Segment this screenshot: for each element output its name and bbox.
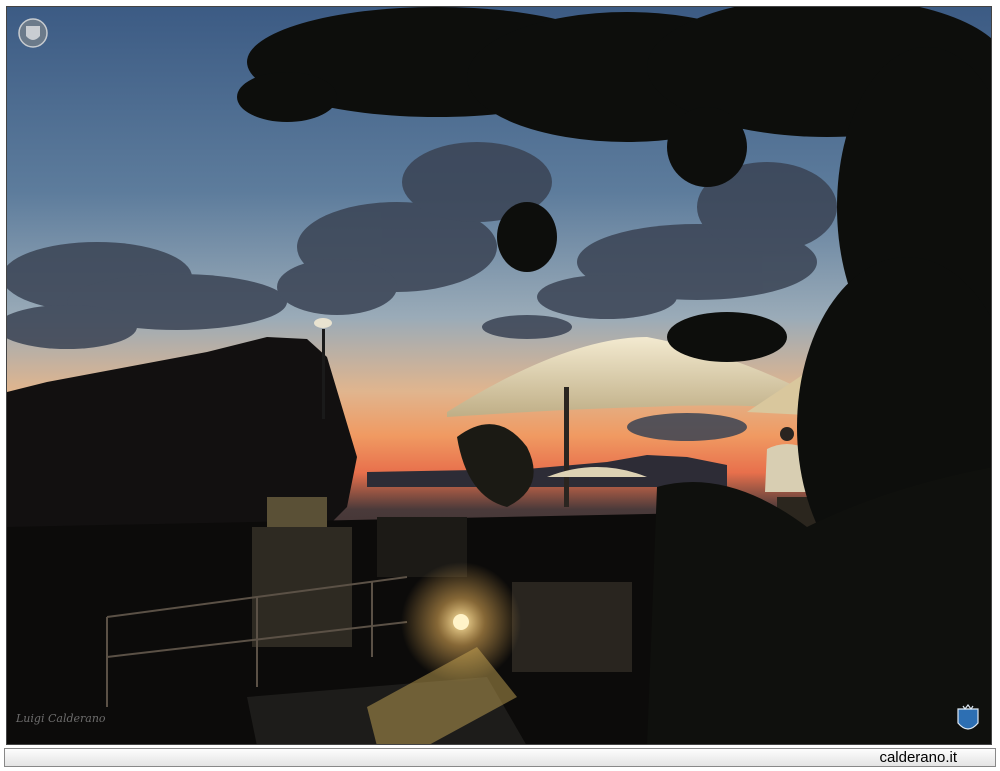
site-name[interactable]: calderano.it <box>879 749 957 766</box>
footer-bar: calderano.it <box>4 748 996 767</box>
shield-logo-icon <box>955 703 981 742</box>
photo-frame <box>6 6 992 745</box>
sunset-photo <box>7 7 991 744</box>
ground-light-bulb <box>453 614 469 630</box>
flower-pot <box>267 497 327 527</box>
street-lamp <box>314 318 332 328</box>
umbrella-pole <box>564 387 569 507</box>
street-lamp-pole <box>322 329 325 419</box>
signature-watermark: Luigi Calderano <box>16 712 106 725</box>
wall-block-center <box>512 582 632 672</box>
crest-icon <box>16 16 50 55</box>
